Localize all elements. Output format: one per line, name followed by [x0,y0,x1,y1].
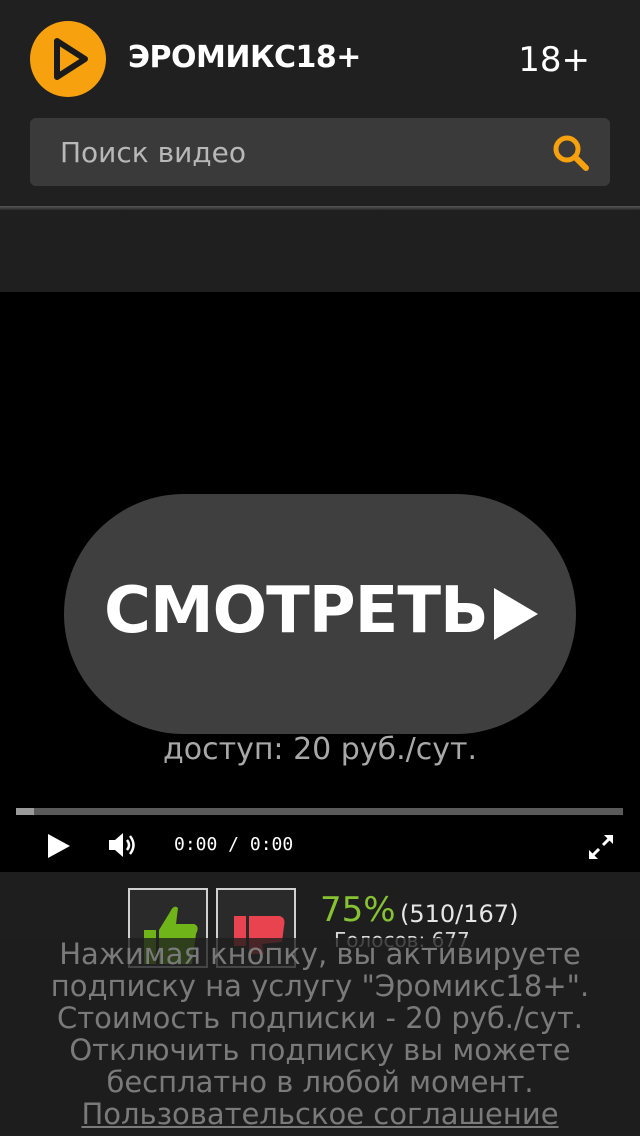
subscription-notice: Нажимая кнопку, вы активируете подписку … [0,938,640,1130]
notice-line: Отключить подписку вы можете [69,1033,571,1067]
notice-line: бесплатно в любой момент. [106,1065,534,1099]
watch-button-label: СМОТРЕТЬ [104,574,489,648]
brand-name[interactable]: ЭРОМИКС18+ [128,40,361,75]
fullscreen-icon[interactable] [586,832,616,862]
search-icon [553,135,589,171]
video-player[interactable]: СМОТРЕТЬ доступ: 20 руб./сут. 0:00 / 0:0… [0,292,640,872]
watch-button[interactable]: СМОТРЕТЬ [64,494,576,734]
price-text: доступ: 20 руб./сут. [163,732,477,767]
play-logo-icon [54,38,88,80]
spacer [0,210,640,292]
notice-line: подписку на услугу "Эромикс18+". [50,969,590,1003]
play-arrow-icon [494,588,538,640]
search-button[interactable] [550,132,592,174]
time-display: 0:00 / 0:00 [174,834,294,855]
play-icon[interactable] [44,832,72,860]
logo[interactable] [30,21,106,97]
notice-line: Стоимость подписки - 20 руб./сут. [56,1001,584,1035]
notice-line: Нажимая кнопку, вы активируете [59,937,581,971]
search-bar [30,118,610,186]
rating-percent: 75% [320,890,396,930]
site-header: ЭРОМИКС18+ 18+ [0,0,640,206]
user-agreement-link[interactable]: Пользовательское соглашение [0,1098,640,1130]
search-input[interactable] [30,118,530,186]
progress-fill [16,808,35,815]
progress-bar[interactable] [16,808,623,815]
age-rating-badge: 18+ [518,40,590,80]
rating-counts: (510/167) [400,900,519,928]
volume-icon[interactable] [106,830,140,860]
video-info: 75% (510/167) Голосов: 677 Нажимая кнопк… [0,872,640,1136]
